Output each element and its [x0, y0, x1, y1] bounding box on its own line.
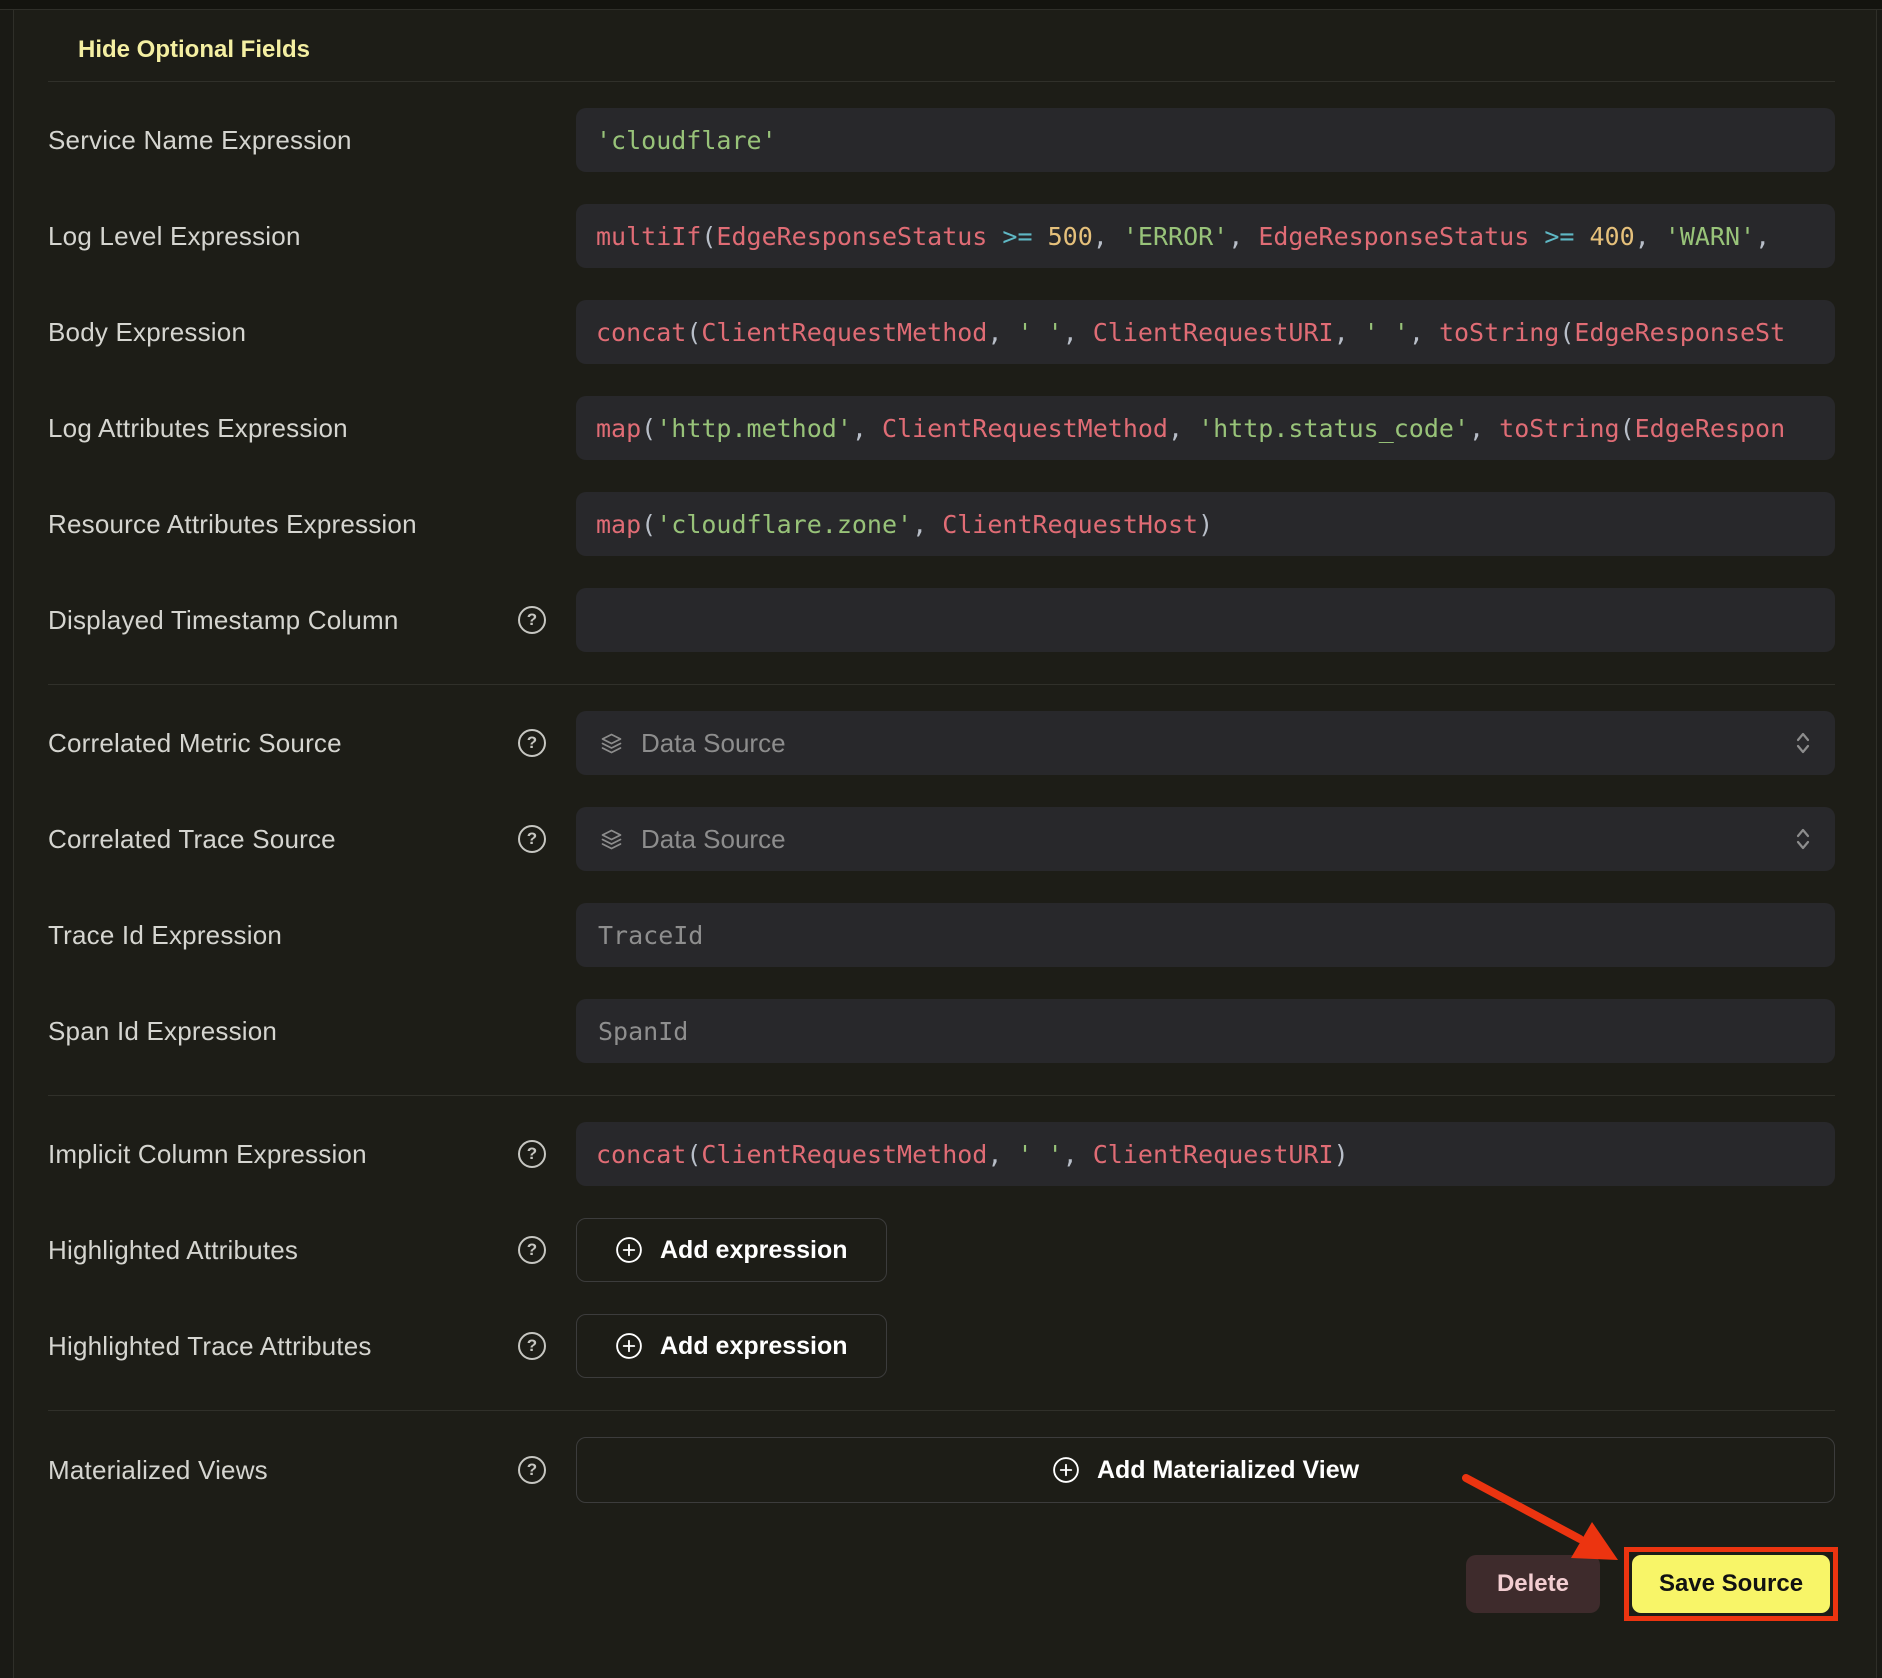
layers-icon [598, 730, 625, 757]
help-icon[interactable]: ? [518, 1332, 546, 1360]
field-row-log-level: Log Level Expression multiIf(EdgeRespons… [48, 204, 1835, 268]
highlighted-trace-attributes-label: Highlighted Trace Attributes [48, 1331, 372, 1362]
annotation-highlight-box: Save Source [1624, 1547, 1838, 1621]
divider [48, 1410, 1835, 1411]
field-row-materialized-views: Materialized Views ? Add Materialized Vi… [48, 1437, 1835, 1503]
resource-attributes-expression-input[interactable]: map('cloudflare.zone', ClientRequestHost… [576, 492, 1835, 556]
help-icon[interactable]: ? [518, 606, 546, 634]
hide-optional-fields-toggle[interactable]: Hide Optional Fields [78, 33, 310, 67]
correlated-trace-label: Correlated Trace Source [48, 824, 336, 855]
field-row-body: Body Expression concat(ClientRequestMeth… [48, 300, 1835, 364]
field-row-correlated-metric: Correlated Metric Source ? Data Source [48, 711, 1835, 775]
field-row-span-id: Span Id Expression [48, 999, 1835, 1063]
divider [48, 81, 1835, 82]
add-materialized-view-button[interactable]: Add Materialized View [576, 1437, 1835, 1503]
chevron-up-down-icon [1793, 729, 1813, 757]
implicit-column-label: Implicit Column Expression [48, 1139, 367, 1170]
service-name-expression-input[interactable]: 'cloudflare' [576, 108, 1835, 172]
footer-actions: Delete Save Source [48, 1547, 1835, 1621]
displayed-timestamp-label: Displayed Timestamp Column [48, 605, 399, 636]
add-expression-button[interactable]: Add expression [576, 1314, 887, 1378]
field-row-correlated-trace: Correlated Trace Source ? Data Source [48, 807, 1835, 871]
plus-circle-icon [615, 1236, 643, 1264]
field-row-implicit-column: Implicit Column Expression ? concat(Clie… [48, 1122, 1835, 1186]
divider [48, 1095, 1835, 1096]
add-expression-label: Add expression [660, 1332, 848, 1361]
displayed-timestamp-input[interactable] [576, 588, 1835, 652]
field-row-resource-attributes: Resource Attributes Expression map('clou… [48, 492, 1835, 556]
highlighted-attributes-label: Highlighted Attributes [48, 1235, 298, 1266]
log-attributes-expression-input[interactable]: map('http.method', ClientRequestMethod, … [576, 396, 1835, 460]
log-attributes-label: Log Attributes Expression [48, 413, 348, 444]
field-row-highlighted-trace-attributes: Highlighted Trace Attributes ? Add expre… [48, 1314, 1835, 1378]
service-name-label: Service Name Expression [48, 125, 352, 156]
correlated-trace-source-select[interactable]: Data Source [576, 807, 1835, 871]
resource-attributes-label: Resource Attributes Expression [48, 509, 417, 540]
save-source-button[interactable]: Save Source [1632, 1555, 1830, 1613]
body-expression-label: Body Expression [48, 317, 246, 348]
add-expression-label: Add expression [660, 1236, 848, 1265]
help-icon[interactable]: ? [518, 729, 546, 757]
field-row-log-attributes: Log Attributes Expression map('http.meth… [48, 396, 1835, 460]
correlated-metric-label: Correlated Metric Source [48, 728, 342, 759]
materialized-views-label: Materialized Views [48, 1455, 268, 1486]
help-icon[interactable]: ? [518, 825, 546, 853]
trace-id-label: Trace Id Expression [48, 920, 282, 951]
plus-circle-icon [1052, 1456, 1080, 1484]
plus-circle-icon [615, 1332, 643, 1360]
delete-button[interactable]: Delete [1466, 1555, 1600, 1613]
span-id-expression-input[interactable] [576, 999, 1835, 1063]
implicit-column-expression-input[interactable]: concat(ClientRequestMethod, ' ', ClientR… [576, 1122, 1835, 1186]
log-level-expression-input[interactable]: multiIf(EdgeResponseStatus >= 500, 'ERRO… [576, 204, 1835, 268]
body-expression-input[interactable]: concat(ClientRequestMethod, ' ', ClientR… [576, 300, 1835, 364]
add-materialized-view-label: Add Materialized View [1097, 1456, 1359, 1485]
window-top-edge [0, 0, 1882, 10]
correlated-metric-source-select[interactable]: Data Source [576, 711, 1835, 775]
field-row-service-name: Service Name Expression 'cloudflare' [48, 108, 1835, 172]
optional-fields-form: Hide Optional Fields Service Name Expres… [15, 11, 1875, 1678]
add-expression-button[interactable]: Add expression [576, 1218, 887, 1282]
trace-id-expression-input[interactable] [576, 903, 1835, 967]
select-placeholder: Data Source [641, 728, 786, 759]
select-placeholder: Data Source [641, 824, 786, 855]
layers-icon [598, 826, 625, 853]
span-id-label: Span Id Expression [48, 1016, 277, 1047]
window-right-edge [1876, 10, 1882, 1678]
field-row-highlighted-attributes: Highlighted Attributes ? Add expression [48, 1218, 1835, 1282]
help-icon[interactable]: ? [518, 1456, 546, 1484]
log-level-label: Log Level Expression [48, 221, 301, 252]
field-row-displayed-timestamp: Displayed Timestamp Column ? [48, 588, 1835, 652]
divider [48, 684, 1835, 685]
help-icon[interactable]: ? [518, 1236, 546, 1264]
help-icon[interactable]: ? [518, 1140, 546, 1168]
window-left-edge [0, 10, 14, 1678]
chevron-up-down-icon [1793, 825, 1813, 853]
field-row-trace-id: Trace Id Expression [48, 903, 1835, 967]
